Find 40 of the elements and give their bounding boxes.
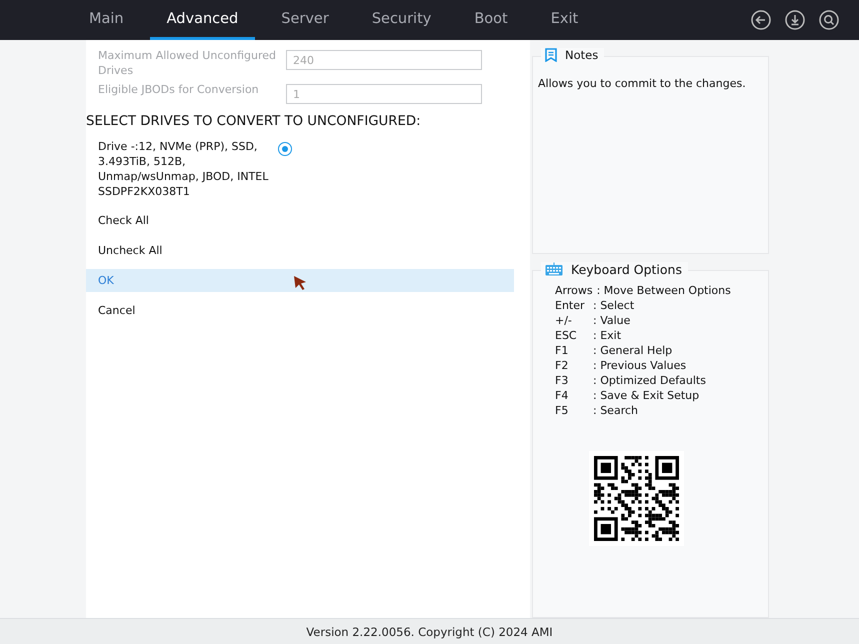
menu-item[interactable]: Uncheck All — [86, 239, 514, 262]
key-name: Arrows — [555, 282, 594, 298]
key-name: ESC — [555, 328, 578, 343]
key-action: : Previous Values — [593, 358, 686, 373]
key-action: : General Help — [593, 342, 672, 358]
key-action: : Search — [593, 402, 638, 418]
key-name: F1 — [555, 342, 570, 358]
menu-tab[interactable]: Main — [72, 0, 141, 40]
download-icon[interactable] — [785, 10, 805, 30]
setting-label: Maximum Allowed Unconfigured Drives — [98, 48, 277, 78]
key-action: : Optimized Defaults — [593, 372, 706, 388]
menu-tab[interactable]: Server — [264, 0, 346, 40]
notes-title: Notes — [565, 48, 598, 62]
key-action: : Select — [593, 298, 634, 313]
menu-item[interactable]: Check All — [86, 209, 514, 232]
key-name: Enter — [555, 298, 586, 313]
key-name: F4 — [555, 388, 570, 403]
key-name: F5 — [555, 402, 570, 418]
drive-label: Drive -:12, NVMe (PRP), SSD, 3.493TiB, 512B, Unmap/wsUnmap, JBOD, INTEL SSDPF2KX038T1 — [98, 139, 270, 199]
search-icon[interactable] — [819, 10, 839, 30]
notes-text: Allows you to commit to the changes. — [538, 77, 747, 90]
key-action: : Move Between Options — [596, 282, 731, 298]
back-icon[interactable] — [751, 10, 771, 30]
key-action: : Exit — [593, 328, 622, 343]
key-name: F3 — [555, 372, 570, 388]
menu-tab[interactable]: Security — [354, 0, 448, 40]
menu-item[interactable]: Cancel — [86, 299, 514, 322]
key-name: F2 — [555, 358, 570, 373]
setting-label: Eligible JBODs for Conversion — [98, 82, 260, 98]
notes-icon — [545, 48, 557, 62]
key-action: : Save & Exit Setup — [593, 388, 700, 403]
section-title: SELECT DRIVES TO CONVERT TO UNCONFIGURED: — [86, 114, 422, 129]
version-text: Version 2.22.0056. Copyright (C) 2024 AMI — [306, 624, 553, 638]
menu-tab[interactable]: Exit — [534, 0, 596, 40]
keyboard-options-title: Keyboard Options — [571, 262, 682, 277]
key-name: +/- — [555, 312, 573, 328]
radio-button[interactable] — [278, 142, 292, 156]
key-action: : Value — [593, 312, 630, 328]
mouse-pointer-icon — [294, 276, 307, 290]
menu-tab[interactable]: Boot — [457, 0, 525, 40]
